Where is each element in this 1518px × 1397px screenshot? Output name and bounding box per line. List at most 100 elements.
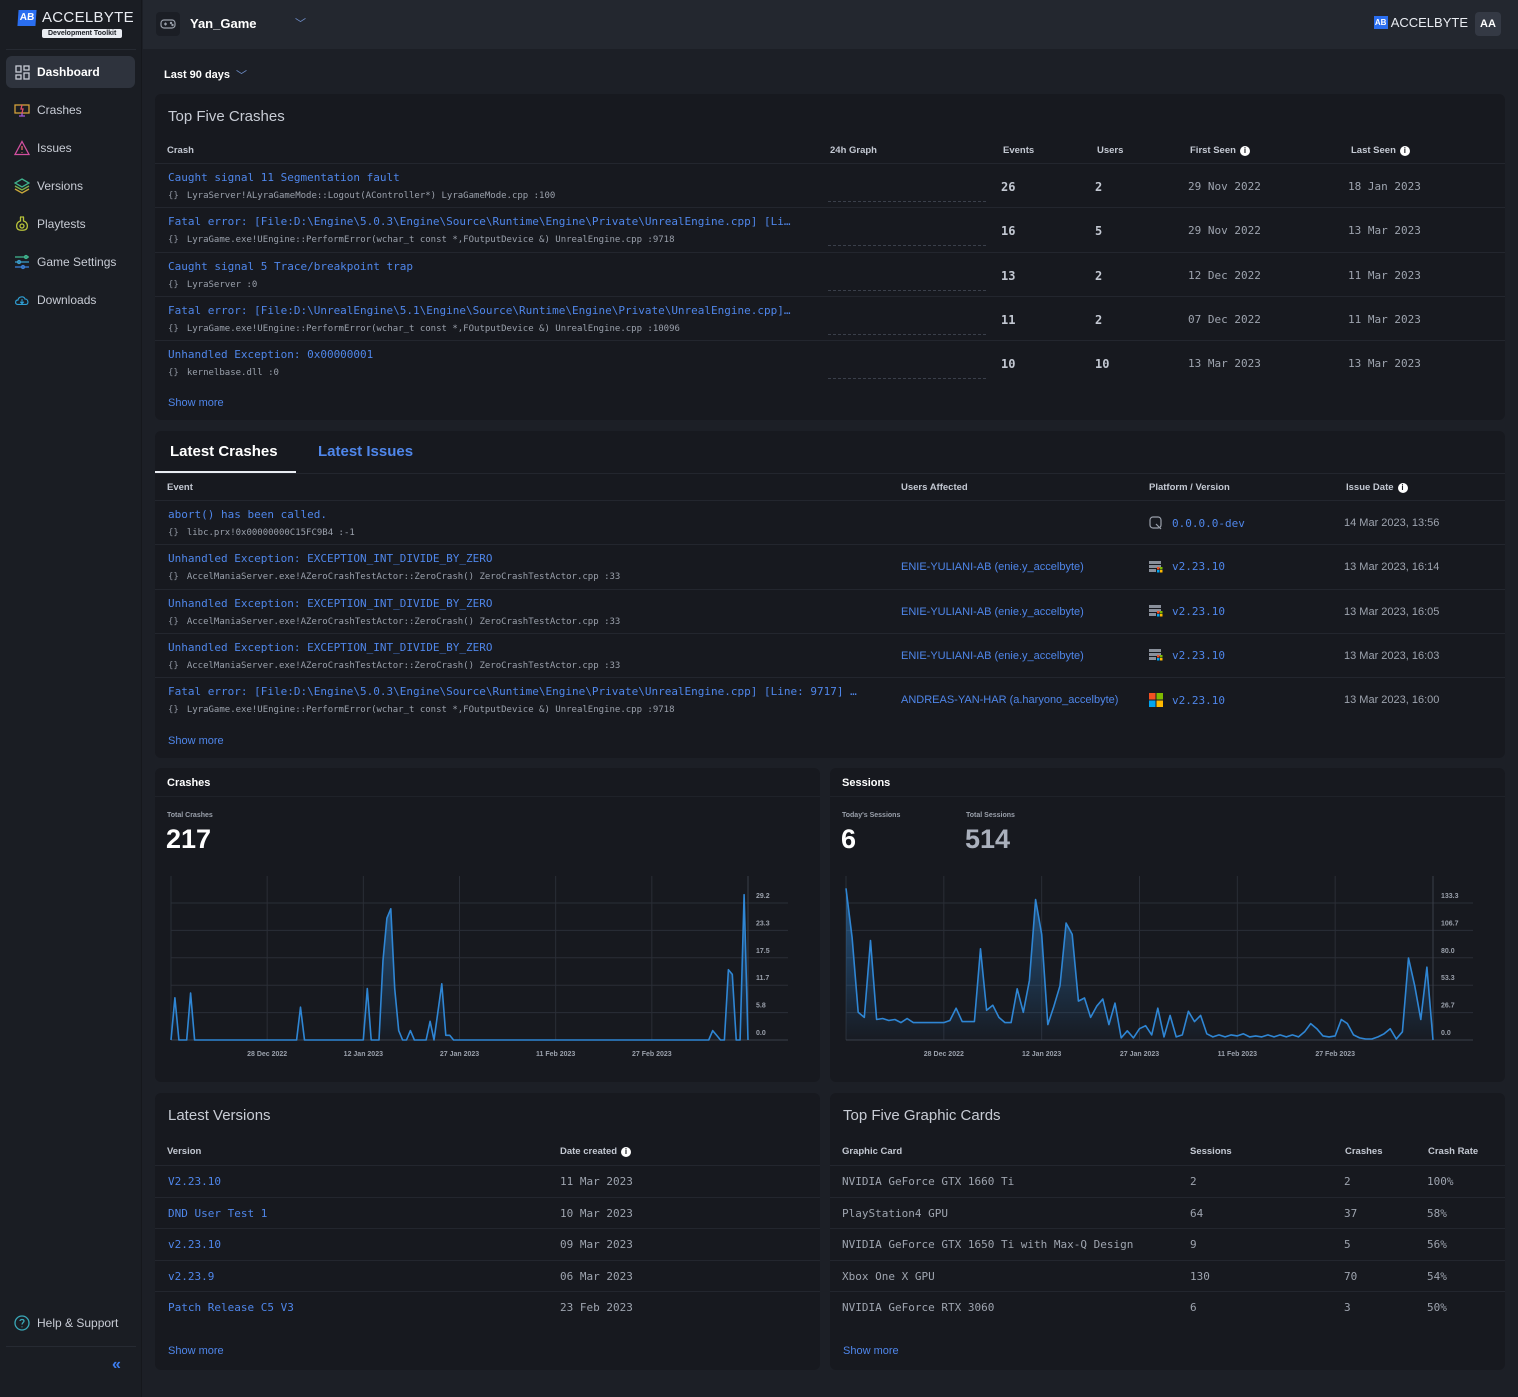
show-more-link[interactable]: Show more — [168, 397, 224, 409]
sidebar-item-crashes[interactable]: Crashes — [6, 94, 135, 126]
event-title-link[interactable]: Fatal error: [File:D:\Engine\5.0.3\Engin… — [168, 685, 857, 698]
sidebar-item-downloads[interactable]: Downloads — [6, 284, 135, 316]
table-row: NVIDIA GeForce RTX 3060 6 3 50% — [830, 1291, 1505, 1322]
table-row[interactable]: Fatal error: [File:D:\Engine\5.0.3\Engin… — [155, 207, 1505, 251]
event-title-link[interactable]: Unhandled Exception: EXCEPTION_INT_DIVID… — [168, 552, 493, 565]
event-title-link[interactable]: Unhandled Exception: EXCEPTION_INT_DIVID… — [168, 597, 493, 610]
version-link[interactable]: v2.23.9 — [168, 1270, 214, 1283]
table-row[interactable]: Patch Release C5 V3 23 Feb 2023 — [155, 1291, 820, 1322]
y-tick-label: 53.3 — [1441, 975, 1455, 982]
tab-latest-crashes[interactable]: Latest Crashes — [170, 443, 278, 460]
version-link[interactable]: Patch Release C5 V3 — [168, 1301, 294, 1314]
column-header-label: Last Seen — [1351, 145, 1396, 156]
x-tick-label: 27 Jan 2023 — [440, 1051, 479, 1058]
dashboard-icon — [14, 64, 30, 80]
table-row[interactable]: Unhandled Exception: EXCEPTION_INT_DIVID… — [155, 588, 1505, 633]
sidebar-item-playtests[interactable]: Playtests — [6, 208, 135, 240]
windows-server-icon — [1149, 605, 1163, 617]
crash-stack-frame: {} AccelManiaServer.exe!AZeroCrashTestAct… — [168, 572, 620, 582]
divider — [155, 473, 1505, 474]
crash-title-link[interactable]: Fatal error: [File:D:\UnrealEngine\5.1\E… — [168, 304, 791, 317]
platform-version[interactable]: 0.0.0.0-dev — [1149, 516, 1245, 530]
table-row[interactable]: V2.23.10 11 Mar 2023 — [155, 1165, 820, 1196]
user-affected-link[interactable]: ENIE-YULIANI-AB (enie.y_accelbyte) — [901, 650, 1084, 662]
crash-stack-frame: {} kernelbase.dll :0 — [168, 368, 279, 378]
version-link[interactable]: V2.23.10 — [168, 1175, 221, 1188]
column-header: Events — [1003, 145, 1035, 156]
table-row[interactable]: Unhandled Exception: EXCEPTION_INT_DIVID… — [155, 544, 1505, 588]
table-row[interactable]: Unhandled Exception: EXCEPTION_INT_DIVID… — [155, 632, 1505, 677]
table-row[interactable]: DND User Test 1 10 Mar 2023 — [155, 1196, 820, 1228]
sidebar-item-label: Downloads — [37, 293, 97, 307]
show-more-link[interactable]: Show more — [843, 1345, 899, 1357]
user-affected-link[interactable]: ANDREAS-YAN-HAR (a.haryono_accelbyte) — [901, 694, 1118, 706]
sparkline-24h — [828, 378, 986, 380]
version-link[interactable]: v2.23.10 — [1172, 694, 1225, 707]
code-braces-icon: {} — [168, 191, 179, 201]
table-row[interactable]: v2.23.9 06 Mar 2023 — [155, 1259, 820, 1291]
event-title-link[interactable]: abort() has been called. — [168, 508, 327, 521]
table-row[interactable]: Fatal error: [File:D:\Engine\5.0.3\Engin… — [155, 677, 1505, 721]
user-affected-link[interactable]: ENIE-YULIANI-AB (enie.y_accelbyte) — [901, 606, 1084, 618]
crash-title-link[interactable]: Caught signal 11 Segmentation fault — [168, 171, 400, 184]
stack-frame-text: AccelManiaServer.exe!AZeroCrashTestActor… — [186, 572, 621, 583]
column-header-label: Issue Date — [1346, 482, 1394, 493]
version-link[interactable]: v2.23.10 — [1172, 605, 1225, 618]
issue-date: 13 Mar 2023, 16:03 — [1344, 649, 1440, 662]
column-header: Sessions — [1190, 1146, 1232, 1157]
version-link[interactable]: DND User Test 1 — [168, 1207, 267, 1220]
info-icon[interactable]: i — [621, 1146, 632, 1157]
y-tick-label: 17.5 — [756, 948, 770, 955]
table-row: Xbox One X GPU 130 70 54% — [830, 1259, 1505, 1291]
sparkline-24h — [828, 333, 986, 335]
show-more-link[interactable]: Show more — [168, 1345, 224, 1357]
platform-version[interactable]: v2.23.10 — [1149, 693, 1225, 708]
x-tick-label: 27 Jan 2023 — [1120, 1051, 1159, 1058]
table-row[interactable]: Caught signal 5 Trace/breakpoint trap {} L… — [155, 251, 1505, 296]
platform-version[interactable]: v2.23.10 — [1149, 649, 1225, 662]
sessions-count: 64 — [1190, 1206, 1204, 1220]
version-link[interactable]: v2.23.10 — [1172, 649, 1225, 662]
todays-sessions-value: 6 — [841, 824, 857, 854]
crash-title-link[interactable]: Unhandled Exception: 0x00000001 — [168, 348, 373, 361]
collapse-sidebar-button[interactable]: « — [112, 1356, 121, 1374]
stack-frame-text: kernelbase.dll :0 — [186, 368, 279, 379]
game-selector[interactable]: Yan_Game — [190, 16, 257, 31]
show-more-link[interactable]: Show more — [168, 735, 224, 747]
user-avatar[interactable]: AA — [1475, 12, 1501, 36]
y-tick-label: 29.2 — [756, 893, 770, 900]
sidebar-item-versions[interactable]: Versions — [6, 170, 135, 202]
chevron-down-icon[interactable]: ﹀ — [295, 15, 306, 31]
table-row[interactable]: v2.23.10 09 Mar 2023 — [155, 1228, 820, 1259]
table-row[interactable]: Caught signal 11 Segmentation fault {} Lyr… — [155, 163, 1505, 207]
column-header: Event — [167, 482, 193, 493]
accelbyte-logo[interactable]: AB ACCELBYTE Development Toolkit — [17, 8, 134, 44]
info-icon[interactable]: i — [1239, 145, 1250, 156]
date-range-select[interactable]: Last 90 days ﹀ — [164, 67, 247, 83]
sidebar-item-issues[interactable]: Issues — [6, 132, 135, 164]
info-icon[interactable]: i — [1397, 482, 1408, 493]
version-link[interactable]: 0.0.0.0-dev — [1172, 517, 1245, 530]
stack-frame-text: LyraServer!ALyraGameMode::Logout(AContro… — [186, 191, 556, 201]
table-row: NVIDIA GeForce GTX 1660 Ti 2 2 100% — [830, 1165, 1505, 1196]
table-row[interactable]: Fatal error: [File:D:\UnrealEngine\5.1\E… — [155, 295, 1505, 340]
platform-version[interactable]: v2.23.10 — [1149, 605, 1225, 618]
table-row[interactable]: Unhandled Exception: 0x00000001 {} kernelb… — [155, 340, 1505, 384]
sidebar-item-game-settings[interactable]: Game Settings — [6, 246, 135, 278]
user-affected-link[interactable]: ENIE-YULIANI-AB (enie.y_accelbyte) — [901, 561, 1084, 573]
table-row[interactable]: abort() has been called. {} libc.prx!0x000… — [155, 500, 1505, 544]
tab-latest-issues[interactable]: Latest Issues — [318, 443, 413, 460]
card-title: Top Five Crashes — [168, 108, 285, 125]
last-seen: 11 Mar 2023 — [1348, 268, 1421, 282]
info-icon[interactable]: i — [1399, 145, 1410, 156]
event-title-link[interactable]: Unhandled Exception: EXCEPTION_INT_DIVID… — [168, 641, 493, 654]
platform-version[interactable]: v2.23.10 — [1149, 560, 1225, 573]
version-link[interactable]: v2.23.10 — [168, 1238, 221, 1251]
help-support-link[interactable]: Help & Support — [6, 1307, 135, 1339]
column-header: Users — [1097, 145, 1124, 156]
sidebar-item-dashboard[interactable]: Dashboard — [6, 56, 135, 88]
card-title: Latest Versions — [168, 1107, 271, 1124]
crash-title-link[interactable]: Caught signal 5 Trace/breakpoint trap — [168, 260, 413, 273]
crash-title-link[interactable]: Fatal error: [File:D:\Engine\5.0.3\Engin… — [168, 215, 791, 228]
version-link[interactable]: v2.23.10 — [1172, 560, 1225, 573]
